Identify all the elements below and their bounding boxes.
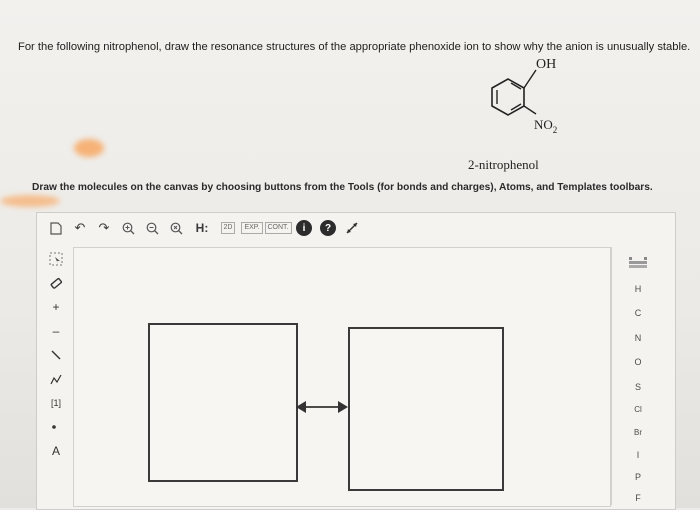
tools-toolbar: + – [1] A: [43, 247, 69, 505]
no2-label: NO: [534, 117, 553, 132]
explicit-hydrogens-button[interactable]: H:: [189, 217, 215, 239]
product-box[interactable]: [348, 327, 504, 491]
atom-button-br[interactable]: Br: [612, 428, 664, 437]
single-bond-icon[interactable]: [49, 343, 63, 367]
clean-2d-label: 2D: [220, 222, 236, 234]
info-icon: i: [296, 220, 312, 236]
positive-charge-button[interactable]: +: [52, 295, 59, 319]
atom-button-cl[interactable]: Cl: [612, 405, 664, 414]
zoom-in-icon[interactable]: [117, 217, 139, 239]
molecule-caption: 2-nitrophenol: [468, 157, 539, 172]
contract-button[interactable]: CONT.: [264, 217, 292, 239]
clean-2d-button[interactable]: 2D: [217, 217, 239, 239]
zoom-reset-icon[interactable]: [165, 217, 187, 239]
help-icon: ?: [320, 220, 336, 236]
help-button[interactable]: ?: [317, 217, 339, 239]
light-glare: [74, 139, 104, 157]
nitrophenol-structure: OH NO2: [491, 57, 557, 135]
expand-button[interactable]: EXP.: [241, 217, 263, 239]
atom-button-o[interactable]: O: [612, 357, 664, 367]
new-document-icon[interactable]: [45, 217, 67, 239]
top-toolbar: ↶ ↷ H: 2D EXP. CONT. i ?: [37, 213, 675, 243]
zoom-out-icon[interactable]: [141, 217, 163, 239]
no2-subscript: 2: [553, 125, 558, 135]
light-glare: [0, 195, 60, 207]
contract-label: CONT.: [264, 222, 292, 234]
periodic-table-icon[interactable]: [629, 257, 647, 271]
no2-bond: [523, 105, 537, 115]
info-button[interactable]: i: [293, 217, 315, 239]
atom-button-h[interactable]: H: [612, 284, 664, 294]
oh-label: OH: [536, 57, 556, 72]
atom-button-n[interactable]: N: [612, 333, 664, 343]
undo-icon[interactable]: ↶: [69, 217, 91, 239]
charge-bracket-button[interactable]: [1]: [51, 391, 61, 415]
negative-charge-button[interactable]: –: [53, 319, 60, 343]
atom-button-i[interactable]: I: [612, 450, 664, 460]
reactant-box[interactable]: [148, 323, 298, 482]
drawing-canvas[interactable]: [73, 247, 611, 507]
fullscreen-icon[interactable]: [341, 217, 363, 239]
atom-button-f[interactable]: F: [612, 493, 664, 503]
resonance-arrow-icon: [296, 401, 348, 413]
chain-tool-icon[interactable]: [49, 367, 63, 391]
atoms-toolbar: H C N O S Cl Br I P F: [611, 247, 664, 505]
instruction-text: Draw the molecules on the canvas by choo…: [32, 182, 653, 193]
svg-text:NO2: NO2: [534, 117, 557, 135]
page: For the following nitrophenol, draw the …: [0, 0, 700, 510]
redo-icon[interactable]: ↷: [93, 217, 115, 239]
atom-button-s[interactable]: S: [612, 382, 664, 392]
atom-label-tool[interactable]: A: [52, 439, 60, 463]
structure-editor: ↶ ↷ H: 2D EXP. CONT. i ? + – [1] A H C N…: [36, 212, 676, 510]
atom-button-c[interactable]: C: [612, 308, 664, 318]
lone-pair-icon[interactable]: [49, 415, 63, 439]
expand-label: EXP.: [241, 222, 263, 234]
select-tool-icon[interactable]: [49, 247, 63, 271]
eraser-icon[interactable]: [49, 271, 63, 295]
oh-bond: [523, 69, 537, 89]
atom-button-p[interactable]: P: [612, 472, 664, 482]
